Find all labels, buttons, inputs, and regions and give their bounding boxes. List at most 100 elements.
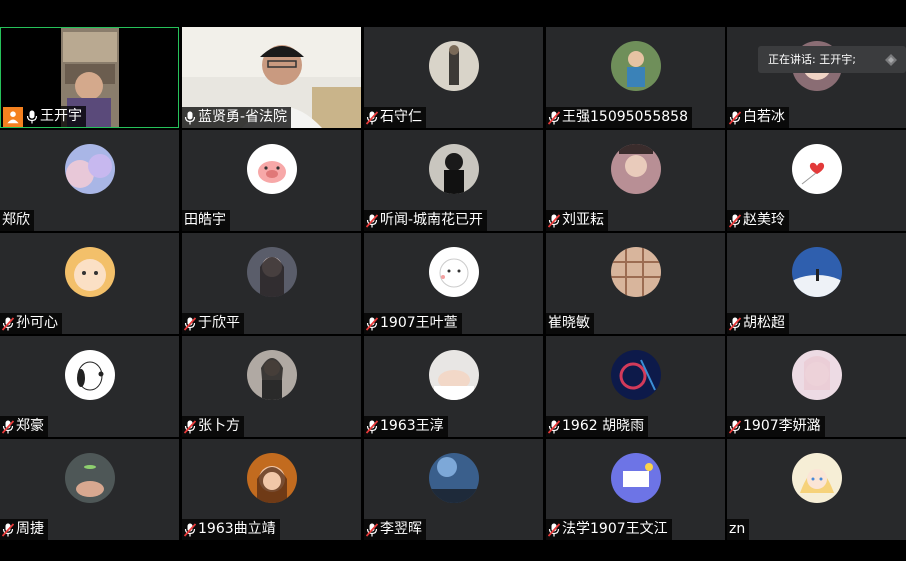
participant-name: 李翌晖 bbox=[380, 521, 422, 537]
participant-tile[interactable]: 赵美玲 bbox=[727, 130, 906, 231]
girl-photo-avatar bbox=[611, 144, 661, 194]
participant-name: 于欣平 bbox=[198, 315, 240, 331]
child-photo-avatar bbox=[611, 41, 661, 91]
participant-tile[interactable]: 孙可心 bbox=[0, 233, 179, 334]
participant-label: 郑欣 bbox=[0, 210, 34, 231]
participant-tile[interactable]: 1907王叶萱 bbox=[364, 233, 543, 334]
plaid-avatar bbox=[611, 247, 661, 297]
participant-name: 刘亚耘 bbox=[562, 212, 604, 228]
participant-name: 法学1907王文江 bbox=[562, 521, 668, 537]
participant-name: 1907王叶萱 bbox=[380, 315, 458, 331]
microphone-muted-icon bbox=[366, 110, 378, 125]
participant-name: 蓝贤勇-省法院 bbox=[198, 109, 288, 125]
sky-avatar bbox=[65, 144, 115, 194]
microphone-icon bbox=[184, 111, 196, 125]
participant-name: 赵美玲 bbox=[743, 212, 785, 228]
participant-tile[interactable]: 胡松超 bbox=[727, 233, 906, 334]
microphone-muted-icon bbox=[729, 419, 741, 434]
host-icon bbox=[3, 106, 23, 127]
illustration-avatar bbox=[611, 453, 661, 503]
participant-label: 法学1907王文江 bbox=[546, 519, 672, 540]
microphone-muted-icon bbox=[366, 419, 378, 434]
microphone-muted-icon bbox=[548, 522, 560, 537]
sleeping-avatar bbox=[429, 350, 479, 400]
cloud-avatar bbox=[792, 247, 842, 297]
participant-label: 郑豪 bbox=[0, 416, 48, 437]
participant-label: 1963王淳 bbox=[364, 416, 448, 437]
microphone-muted-icon bbox=[184, 522, 196, 537]
microphone-muted-icon bbox=[548, 213, 560, 228]
participant-tile[interactable]: 听闻-城南花已开 bbox=[364, 130, 543, 231]
participant-tile[interactable]: 1963曲立靖 bbox=[182, 439, 361, 540]
participant-name: 郑豪 bbox=[16, 418, 44, 434]
participant-name: 田皓宇 bbox=[184, 212, 226, 228]
participant-label: 石守仁 bbox=[364, 107, 426, 128]
participant-label: 1963曲立靖 bbox=[182, 519, 280, 540]
participant-name: 1963曲立靖 bbox=[198, 521, 276, 537]
microphone-icon bbox=[26, 110, 38, 124]
participant-label: 周捷 bbox=[0, 519, 48, 540]
participant-name: 胡松超 bbox=[743, 315, 785, 331]
microphone-muted-icon bbox=[548, 419, 560, 434]
participant-tile[interactable]: 法学1907王文江 bbox=[546, 439, 725, 540]
microphone-muted-icon bbox=[729, 213, 741, 228]
microphone-muted-icon bbox=[366, 213, 378, 228]
dark-hair-avatar bbox=[247, 247, 297, 297]
participant-tile[interactable]: 1963王淳 bbox=[364, 336, 543, 437]
cartoon-girl-avatar bbox=[247, 453, 297, 503]
participant-label: 王强15095055858 bbox=[546, 107, 692, 128]
participant-tile[interactable]: 1962 胡晓雨 bbox=[546, 336, 725, 437]
participant-tile[interactable]: 周捷 bbox=[0, 439, 179, 540]
participant-tile[interactable]: 王强15095055858 bbox=[546, 27, 725, 128]
participant-tile[interactable]: 1907李妍潞 bbox=[727, 336, 906, 437]
participant-tile[interactable]: 王开宇 bbox=[0, 27, 179, 128]
participant-label: zn bbox=[727, 519, 750, 540]
microphone-muted-icon bbox=[729, 110, 741, 125]
participant-tile[interactable]: zn bbox=[727, 439, 906, 540]
participant-label: 孙可心 bbox=[0, 313, 62, 334]
participant-tile[interactable]: 李翌晖 bbox=[364, 439, 543, 540]
hand-avatar bbox=[65, 453, 115, 503]
snoopy-avatar bbox=[65, 350, 115, 400]
participant-label: 胡松超 bbox=[727, 313, 789, 334]
participant-label: 白若冰 bbox=[727, 107, 789, 128]
microphone-muted-icon bbox=[548, 110, 560, 125]
microphone-muted-icon bbox=[729, 316, 741, 331]
pig-avatar bbox=[247, 144, 297, 194]
pastel-avatar bbox=[792, 350, 842, 400]
blonde-anime-avatar bbox=[792, 453, 842, 503]
participant-name: 1907李妍潞 bbox=[743, 418, 821, 434]
white-blob-avatar bbox=[429, 247, 479, 297]
participant-label: 王开宇 bbox=[1, 106, 86, 127]
microphone-muted-icon bbox=[2, 522, 14, 537]
participant-tile[interactable]: 蓝贤勇-省法院 bbox=[182, 27, 361, 128]
speaking-indicator: 正在讲话: 王开宇; bbox=[758, 46, 906, 73]
participant-label: 听闻-城南花已开 bbox=[364, 210, 488, 231]
participant-tile[interactable]: 张卜方 bbox=[182, 336, 361, 437]
speaking-text: 正在讲话: 王开宇; bbox=[768, 53, 856, 66]
participant-tile[interactable]: 郑欣 bbox=[0, 130, 179, 231]
participant-name: zn bbox=[729, 521, 746, 537]
participant-name: 听闻-城南花已开 bbox=[380, 212, 484, 228]
participant-name: 王强15095055858 bbox=[562, 109, 688, 125]
participant-tile[interactable]: 石守仁 bbox=[364, 27, 543, 128]
participant-label: 李翌晖 bbox=[364, 519, 426, 540]
participant-name: 石守仁 bbox=[380, 109, 422, 125]
participant-name: 郑欣 bbox=[2, 212, 30, 228]
participant-name: 张卜方 bbox=[198, 418, 240, 434]
participant-tile[interactable]: 崔晓敏 bbox=[546, 233, 725, 334]
participant-name: 孙可心 bbox=[16, 315, 58, 331]
participant-tile[interactable]: 白若冰 bbox=[727, 27, 906, 128]
heart-avatar bbox=[792, 144, 842, 194]
microphone-muted-icon bbox=[184, 316, 196, 331]
participant-tile[interactable]: 田皓宇 bbox=[182, 130, 361, 231]
microphone-muted-icon bbox=[184, 419, 196, 434]
microphone-muted-icon bbox=[366, 316, 378, 331]
participant-name: 王开宇 bbox=[40, 108, 82, 124]
participant-name: 崔晓敏 bbox=[548, 315, 590, 331]
participant-tile[interactable]: 郑豪 bbox=[0, 336, 179, 437]
participant-label: 蓝贤勇-省法院 bbox=[182, 107, 292, 128]
participant-tile[interactable]: 刘亚耘 bbox=[546, 130, 725, 231]
participant-label: 赵美玲 bbox=[727, 210, 789, 231]
participant-tile[interactable]: 于欣平 bbox=[182, 233, 361, 334]
